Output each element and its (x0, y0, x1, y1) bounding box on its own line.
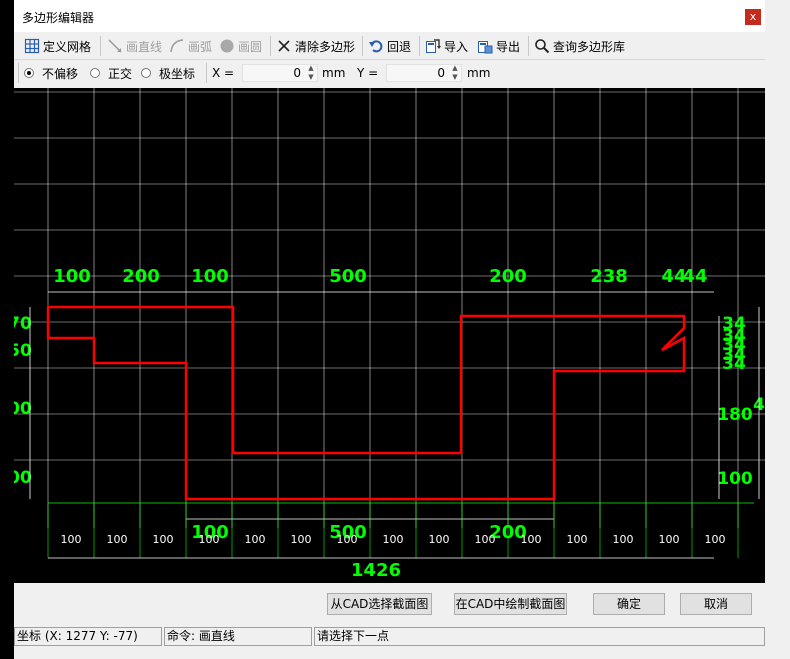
top-dimension-label: 100 (191, 266, 229, 287)
undo-label: 回退 (387, 39, 412, 54)
cancel-button[interactable]: 取消 (680, 593, 752, 615)
toolbar-separator (100, 36, 101, 56)
window-title: 多边形编辑器 (22, 11, 95, 25)
grid-spacing-label: 100 (659, 533, 680, 546)
left-dimension-label: 00 (14, 399, 32, 419)
top-dimension-label: 200 (489, 266, 527, 287)
circle-icon (220, 39, 234, 53)
x-unit: mm (322, 66, 346, 80)
title-bar[interactable]: 多边形编辑器 x (14, 0, 765, 32)
right-dimension-label: 34 (722, 354, 746, 374)
x-spinner[interactable]: ▲ ▼ (306, 64, 316, 82)
top-dimension-label: 100 (53, 266, 91, 287)
export-label: 导出 (496, 39, 521, 54)
toolbar-separator (362, 36, 363, 56)
radio-no-offset[interactable] (24, 68, 34, 78)
undo-button[interactable]: 回退 (368, 36, 411, 56)
undo-icon (369, 40, 383, 53)
grid-spacing-label: 100 (521, 533, 542, 546)
clear-polygon-button[interactable]: 清除多边形 (276, 36, 355, 56)
draw-in-cad-button[interactable]: 在CAD中绘制截面图 (454, 593, 567, 615)
define-grid-button[interactable]: 定义网格 (24, 36, 91, 56)
grid-spacing-label: 100 (429, 533, 450, 546)
search-icon (535, 39, 550, 54)
right-dimension-label: 100 (717, 469, 753, 489)
export-icon (478, 41, 493, 54)
grid-spacing-label: 100 (337, 533, 358, 546)
draw-arc-button[interactable]: 画弧 (169, 36, 212, 56)
ok-button[interactable]: 确定 (593, 593, 665, 615)
top-dimension-label: 238 (590, 266, 628, 287)
draw-line-label: 画直线 (126, 39, 163, 54)
draw-arc-label: 画弧 (188, 39, 213, 54)
top-dimension-label: 200 (122, 266, 160, 287)
grid-spacing-label: 100 (383, 533, 404, 546)
mode-polar-label: 极坐标 (159, 66, 196, 81)
mode-no-offset-label: 不偏移 (42, 66, 79, 81)
polygon-shape (46, 305, 686, 501)
top-dimension-label: 500 (329, 266, 367, 287)
mode-orthogonal-label: 正交 (108, 66, 133, 81)
options-separator (206, 63, 207, 83)
clear-polygon-label: 清除多边形 (295, 39, 356, 54)
grid-spacing-label: 100 (705, 533, 726, 546)
grid-spacing-label: 100 (61, 533, 82, 546)
background-strip-right (765, 0, 790, 659)
toolbar-separator (528, 36, 529, 56)
arc-icon (170, 39, 184, 53)
line-icon (108, 39, 122, 53)
left-dimension-label: 50 (14, 341, 32, 361)
import-button[interactable]: 导入 (425, 36, 468, 56)
status-coordinates: 坐标 (X: 1277 Y: -77) (14, 627, 162, 646)
grid-spacing-label: 100 (245, 533, 266, 546)
mode-polar[interactable]: 极坐标 (141, 65, 195, 81)
options-separator (18, 63, 19, 83)
draw-line-button[interactable]: 画直线 (107, 36, 162, 56)
grid-spacing-label: 100 (199, 533, 220, 546)
status-prompt: 请选择下一点 (314, 627, 765, 646)
right-dimension-label: 180 (717, 405, 753, 425)
clear-x-icon (278, 40, 290, 52)
import-label: 导入 (444, 39, 469, 54)
grid-icon (24, 38, 40, 54)
define-grid-label: 定义网格 (43, 39, 92, 54)
grid-spacing-label: 100 (291, 533, 312, 546)
draw-circle-label: 画圆 (238, 39, 263, 54)
radio-orthogonal[interactable] (90, 68, 100, 78)
select-from-cad-button[interactable]: 从CAD选择截面图 (327, 593, 432, 615)
grid-spacing-label: 100 (613, 533, 634, 546)
y-spinner[interactable]: ▲ ▼ (450, 64, 460, 82)
toolbar: 定义网格 画直线 画弧 画圆 清除多边形 回退 导入 导出 查询多边形库 (14, 32, 765, 60)
button-bar: 从CAD选择截面图 在CAD中绘制截面图 确定 取消 (14, 583, 765, 625)
draw-circle-button[interactable]: 画圆 (219, 36, 262, 56)
grid-spacing-label: 100 (107, 533, 128, 546)
import-icon (426, 39, 441, 53)
y-unit: mm (467, 66, 491, 80)
mode-no-offset[interactable]: 不偏移 (24, 65, 78, 81)
toolbar-separator (270, 36, 271, 56)
radio-polar[interactable] (141, 68, 151, 78)
status-bar: 坐标 (X: 1277 Y: -77) 命令: 画直线 请选择下一点 (14, 625, 765, 649)
status-command: 命令: 画直线 (164, 627, 312, 646)
top-dimension-label: 44 (682, 266, 707, 287)
total-width-label: 1426 (351, 560, 401, 581)
y-label: Y = (357, 66, 379, 80)
drawing-canvas[interactable]: 100 200 100 500 200 238 4444343434343418010047… (14, 88, 765, 583)
left-dimension-label: 70 (14, 314, 32, 334)
query-library-button[interactable]: 查询多边形库 (534, 36, 625, 56)
mode-orthogonal[interactable]: 正交 (90, 65, 132, 81)
background-strip-left (0, 0, 14, 659)
toolbar-separator (419, 36, 420, 56)
grid-spacing-label: 100 (475, 533, 496, 546)
query-library-label: 查询多边形库 (553, 39, 626, 54)
export-button[interactable]: 导出 (477, 36, 520, 56)
grid-spacing-label: 100 (153, 533, 174, 546)
grid-spacing-label: 100 (567, 533, 588, 546)
close-button[interactable]: x (745, 9, 761, 25)
left-dimension-label: 00 (14, 468, 32, 488)
x-label: X = (212, 66, 235, 80)
